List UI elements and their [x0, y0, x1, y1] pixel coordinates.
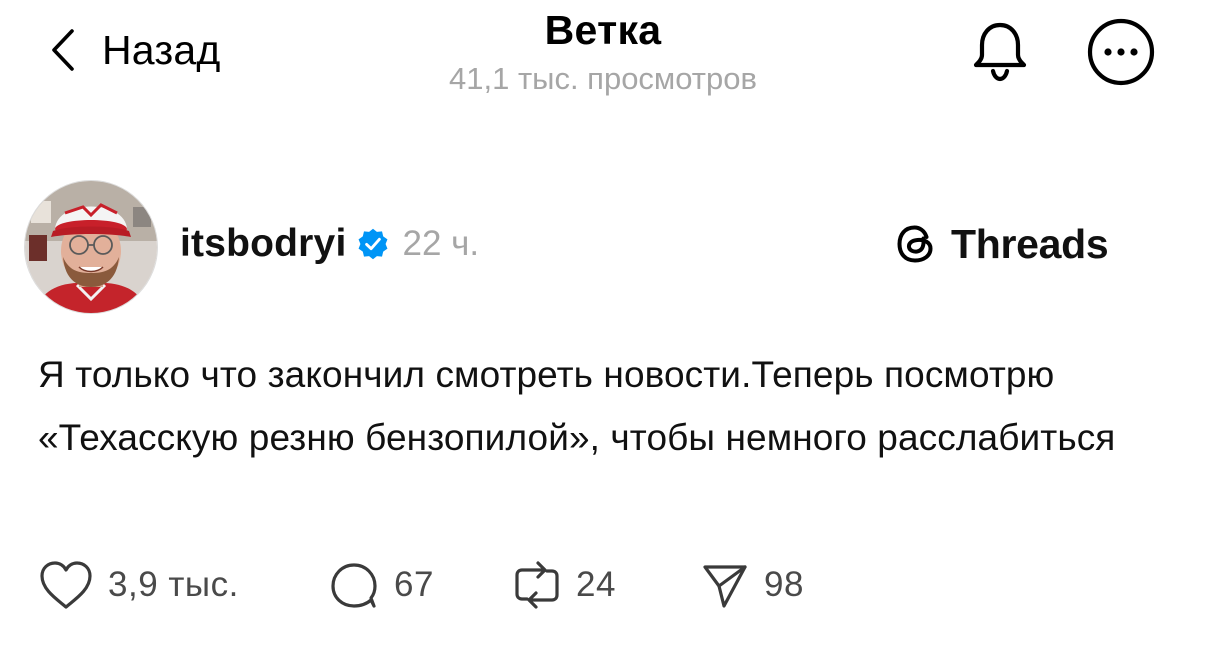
- thread-header: Ветка 41,1 тыс. просмотров: [403, 8, 803, 96]
- likes-count: 3,9 тыс.: [108, 565, 239, 604]
- comment-button[interactable]: 67: [328, 556, 434, 614]
- more-horizontal-icon: [1087, 18, 1155, 86]
- back-button[interactable]: Назад: [48, 24, 220, 76]
- back-label: Назад: [102, 26, 221, 73]
- notifications-button[interactable]: [968, 19, 1032, 83]
- post-text: Я только что закончил смотреть новости.Т…: [38, 354, 1116, 458]
- bell-icon: [973, 22, 1027, 82]
- send-icon: [703, 565, 747, 608]
- shares-count: 98: [764, 565, 804, 604]
- comments-count: 67: [394, 565, 434, 604]
- threads-logo-icon: [897, 225, 933, 263]
- threads-brand: Threads: [893, 218, 1109, 270]
- threads-label: Threads: [951, 220, 1109, 267]
- page-title: Ветка: [544, 7, 662, 53]
- reposts-count: 24: [576, 565, 616, 604]
- share-button[interactable]: 98: [700, 556, 804, 614]
- heart-icon: [40, 561, 92, 609]
- more-options-button[interactable]: [1086, 17, 1156, 87]
- views-count: 41,1 тыс. просмотров: [449, 61, 757, 96]
- post-meta: itsbodryi 22 ч.: [180, 220, 479, 268]
- verified-badge-icon: [359, 228, 388, 260]
- like-button[interactable]: 3,9 тыс.: [38, 556, 239, 614]
- comment-icon: [331, 563, 377, 608]
- post-timestamp: 22 ч.: [402, 224, 480, 263]
- profile-photo: [25, 181, 157, 313]
- repost-icon: [515, 561, 559, 609]
- avatar[interactable]: [24, 180, 158, 314]
- chevron-left-icon: [52, 29, 74, 71]
- username[interactable]: itsbodryi: [180, 222, 346, 266]
- repost-button[interactable]: 24: [512, 556, 616, 614]
